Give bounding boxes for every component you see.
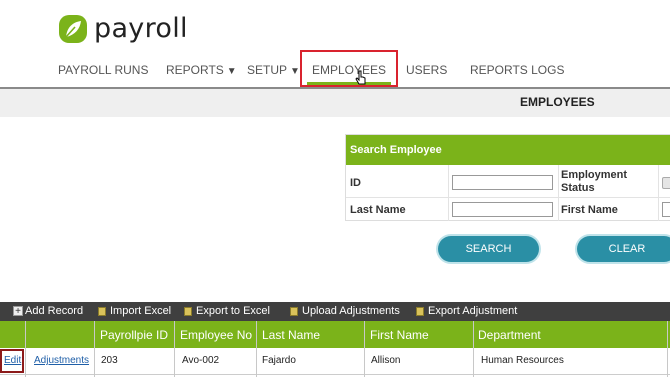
search-button[interactable]: SEARCH	[438, 236, 539, 262]
upload-adjustments-button[interactable]: Upload Adjustments	[290, 305, 400, 317]
nav-item-reports[interactable]: REPORTS ▼	[166, 63, 237, 77]
divider	[94, 321, 95, 377]
nav-item-reports-logs[interactable]: REPORTS LOGS	[470, 63, 564, 77]
nav-item-users[interactable]: USERS	[406, 63, 447, 77]
divider	[448, 165, 449, 221]
divider	[346, 197, 670, 198]
add-record-label: Add Record	[25, 305, 84, 317]
import-excel-label: Import Excel	[110, 305, 172, 317]
excel-icon	[98, 306, 106, 316]
divider	[256, 321, 257, 377]
nav-label: PAYROLL RUNS	[58, 63, 149, 77]
page: payroll PAYROLL RUNS REPORTS ▼ SETUP ▼ EMP…	[0, 0, 670, 377]
excel-icon	[184, 306, 192, 316]
export-adjustment-button[interactable]: Export Adjustment	[416, 305, 517, 317]
id-input[interactable]	[452, 175, 553, 190]
divider	[667, 321, 668, 377]
divider	[364, 321, 365, 377]
caret-down-icon: ▼	[290, 66, 300, 77]
column-header-employee-no[interactable]: Employee No	[180, 328, 252, 342]
first-name-input[interactable]	[662, 202, 670, 217]
upload-adjustments-label: Upload Adjustments	[302, 305, 400, 317]
employment-status-label: Employment Status	[561, 169, 628, 194]
nav-item-payroll-runs[interactable]: PAYROLL RUNS	[58, 63, 148, 77]
first-name-label: First Name	[561, 204, 618, 216]
highlight-box	[0, 349, 24, 373]
nav-item-setup[interactable]: SETUP ▼	[247, 63, 300, 77]
leaf-logo-icon	[59, 14, 87, 43]
employment-status-checkbox[interactable]	[662, 177, 670, 189]
cell-last-name: Fajardo	[262, 355, 296, 366]
add-record-button[interactable]: + Add Record	[13, 305, 83, 317]
search-panel-header: Search Employee	[346, 135, 670, 165]
excel-icon	[290, 306, 298, 316]
divider	[174, 321, 175, 377]
nav-label: USERS	[406, 63, 448, 77]
divider	[558, 165, 559, 221]
mouse-pointer-icon	[355, 70, 366, 85]
divider	[658, 165, 659, 221]
export-excel-button[interactable]: Export to Excel	[184, 305, 270, 317]
table-header: Payrollpie ID Employee No Last Name Firs…	[0, 321, 670, 348]
logo-text: payroll	[94, 13, 188, 44]
export-excel-label: Export to Excel	[196, 305, 270, 317]
cell-payrollpie-id: 203	[101, 355, 118, 366]
highlight-box	[300, 50, 398, 87]
app-logo[interactable]: payroll	[58, 13, 188, 44]
import-excel-button[interactable]: Import Excel	[98, 305, 171, 317]
id-label: ID	[350, 177, 361, 189]
cell-employee-no: Avo-002	[182, 355, 220, 366]
page-title: EMPLOYEES	[520, 95, 595, 109]
nav-label: REPORTS	[166, 63, 224, 77]
cell-department: Human Resources	[481, 355, 564, 366]
excel-icon	[416, 306, 424, 316]
cell-first-name: Allison	[371, 355, 401, 366]
column-header-payrollpie-id[interactable]: Payrollpie ID	[100, 328, 168, 342]
adjustments-link[interactable]: Adjustments	[34, 355, 89, 366]
last-name-label: Last Name	[350, 204, 406, 216]
grid-toolbar: + Add Record Import Excel Export to Excel…	[0, 302, 670, 321]
plus-icon: +	[13, 306, 23, 317]
divider	[25, 321, 26, 377]
clear-button[interactable]: CLEAR	[577, 236, 670, 262]
column-header-last-name[interactable]: Last Name	[262, 328, 320, 342]
nav-label: SETUP	[247, 63, 288, 77]
nav-label: REPORTS LOGS	[470, 63, 565, 77]
caret-down-icon: ▼	[226, 66, 237, 77]
column-header-department[interactable]: Department	[478, 328, 541, 342]
last-name-input[interactable]	[452, 202, 553, 217]
divider	[473, 321, 474, 377]
search-employee-panel: Search Employee ID Employment Status Las…	[345, 134, 670, 221]
table-row: Edit Adjustments 203 Avo-002 Fajardo All…	[0, 348, 670, 375]
column-header-first-name[interactable]: First Name	[370, 328, 429, 342]
export-adjustment-label: Export Adjustment	[428, 305, 518, 317]
